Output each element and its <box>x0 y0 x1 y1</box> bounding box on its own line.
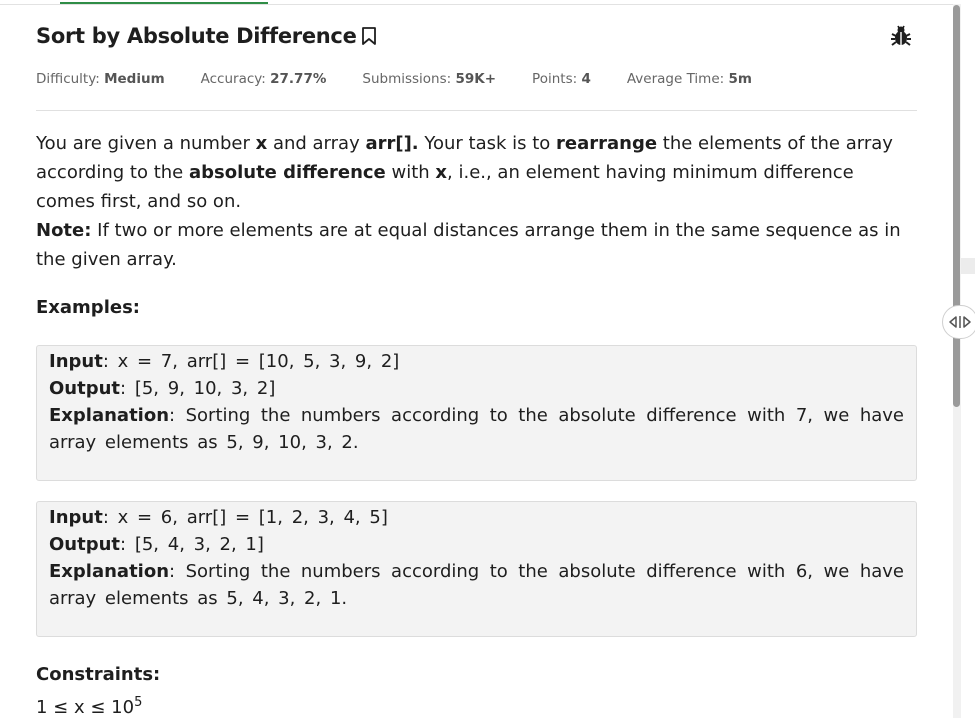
example-block: Input: x = 6, arr[] = [1, 2, 3, 4, 5] Ou… <box>36 501 917 637</box>
meta-divider <box>36 110 917 111</box>
scrollbar-thumb[interactable] <box>953 5 960 407</box>
bookmark-icon[interactable] <box>361 26 377 46</box>
example-block: Input: x = 7, arr[] = [10, 5, 3, 9, 2] O… <box>36 345 917 481</box>
constraints-heading: Constraints: <box>36 664 161 685</box>
side-panel-edge <box>961 258 975 274</box>
panel-resize-icon[interactable] <box>942 305 975 339</box>
meta-average-time: Average Time: 5m <box>626 71 752 87</box>
example-output: Output: [5, 9, 10, 3, 2] <box>49 378 276 399</box>
examples-heading: Examples: <box>36 297 140 318</box>
problem-title: Sort by Absolute Difference <box>36 24 357 48</box>
bug-icon[interactable] <box>889 24 913 52</box>
problem-meta: Difficulty: Medium Accuracy: 27.77% Subm… <box>36 71 788 87</box>
example-explanation: Explanation: Sorting the numbers accordi… <box>49 405 904 453</box>
meta-accuracy: Accuracy: 27.77% <box>200 71 327 87</box>
example-input: Input: x = 6, arr[] = [1, 2, 3, 4, 5] <box>49 507 388 528</box>
problem-statement: You are given a number x and array arr[]… <box>36 129 917 274</box>
example-input: Input: x = 7, arr[] = [10, 5, 3, 9, 2] <box>49 351 400 372</box>
example-output: Output: [5, 4, 3, 2, 1] <box>49 534 264 555</box>
title-row: Sort by Absolute Difference <box>36 24 377 48</box>
meta-difficulty: Difficulty: Medium <box>36 71 165 87</box>
top-divider <box>0 4 955 5</box>
example-explanation: Explanation: Sorting the numbers accordi… <box>49 561 904 609</box>
statement-text: You are given a number x and array arr[]… <box>36 133 893 212</box>
statement-note: Note: If two or more elements are at equ… <box>36 220 901 270</box>
constraint-line: 1 ≤ x ≤ 105 <box>36 695 143 718</box>
meta-points: Points: 4 <box>532 71 591 87</box>
meta-submissions: Submissions: 59K+ <box>362 71 497 87</box>
